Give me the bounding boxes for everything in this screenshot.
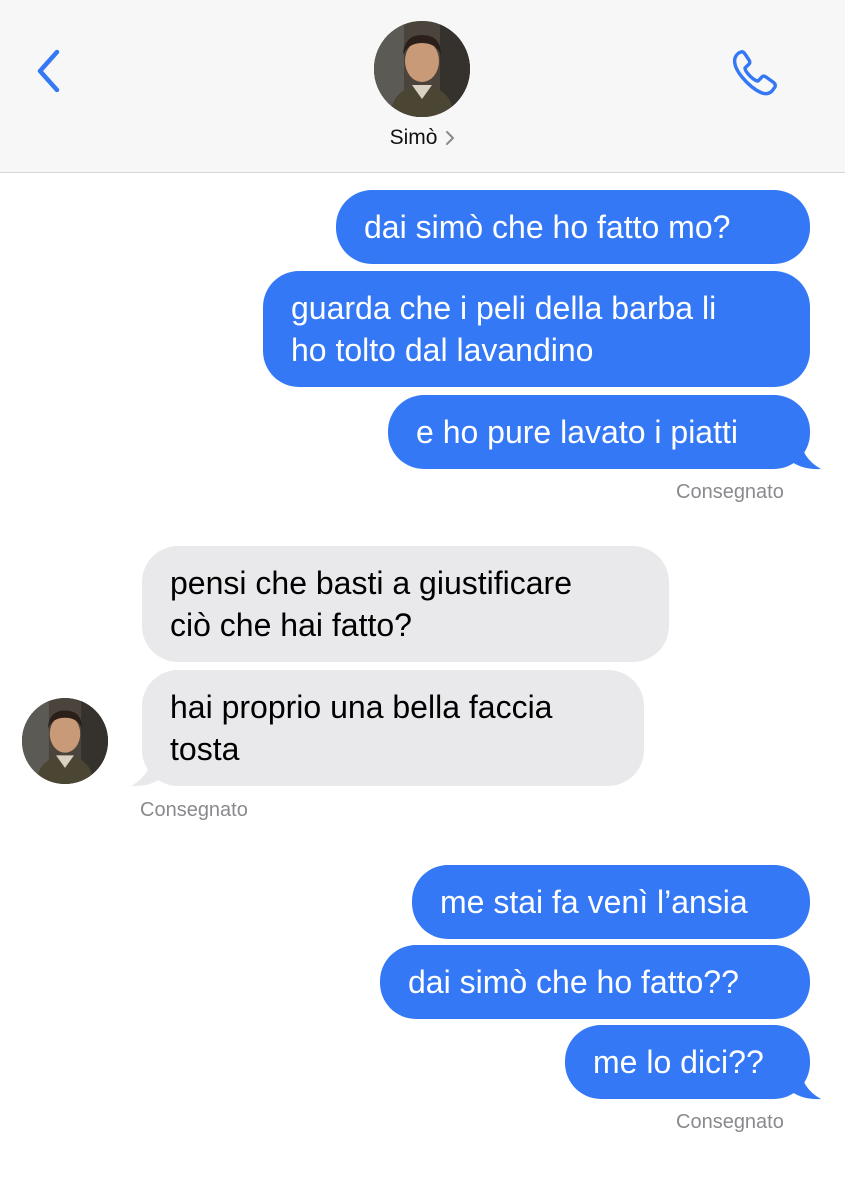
message-text: dai simò che ho fatto?? (408, 964, 739, 1000)
contact-name: Simò (389, 126, 438, 149)
message-bubble-outgoing[interactable]: dai simò che ho fatto mo? (336, 190, 810, 264)
delivery-status: Consegnato (676, 481, 784, 503)
message-text-line: ho tolto dal lavandino (291, 332, 594, 368)
contact-name-row[interactable]: Simò (0, 126, 845, 150)
delivery-status: Consegnato (140, 799, 248, 821)
message-bubble-outgoing[interactable]: dai simò che ho fatto?? (380, 945, 810, 1019)
chevron-right-icon (446, 131, 455, 146)
bubble-tail-icon (131, 753, 160, 787)
contact-avatar[interactable] (374, 21, 470, 117)
message-text-line: guarda che i peli della barba li (291, 290, 717, 326)
message-bubble-outgoing[interactable]: me stai fa venì l’ansia (412, 865, 810, 939)
message-text-line: pensi che basti a giustificare (170, 565, 572, 601)
delivery-status: Consegnato (676, 1111, 784, 1133)
call-button[interactable] (728, 46, 782, 100)
conversation-header: Simò (0, 0, 845, 173)
message-text: me lo dici?? (593, 1044, 764, 1080)
bubble-tail-icon (792, 1066, 821, 1100)
phone-icon (732, 50, 777, 96)
message-bubble-incoming[interactable]: hai proprio una bella faccia tosta (142, 670, 644, 786)
message-bubble-outgoing[interactable]: me lo dici?? (565, 1025, 810, 1099)
message-bubble-incoming[interactable]: pensi che basti a giustificare ciò che h… (142, 546, 669, 662)
message-bubble-outgoing[interactable]: e ho pure lavato i piatti (388, 395, 810, 469)
message-text: e ho pure lavato i piatti (416, 414, 738, 450)
back-button[interactable] (30, 46, 70, 96)
message-text: dai simò che ho fatto mo? (364, 209, 731, 245)
bubble-tail-icon (792, 436, 821, 470)
message-text-line: tosta (170, 731, 240, 767)
avatar-photo (22, 698, 108, 784)
chevron-left-icon (37, 49, 60, 93)
message-text: me stai fa venì l’ansia (440, 884, 748, 920)
sender-avatar[interactable] (22, 698, 108, 784)
message-text-line: hai proprio una bella faccia (170, 689, 553, 725)
message-text-line: ciò che hai fatto? (170, 607, 412, 643)
message-bubble-outgoing[interactable]: guarda che i peli della barba li ho tolt… (263, 271, 810, 387)
avatar-photo (374, 21, 470, 117)
